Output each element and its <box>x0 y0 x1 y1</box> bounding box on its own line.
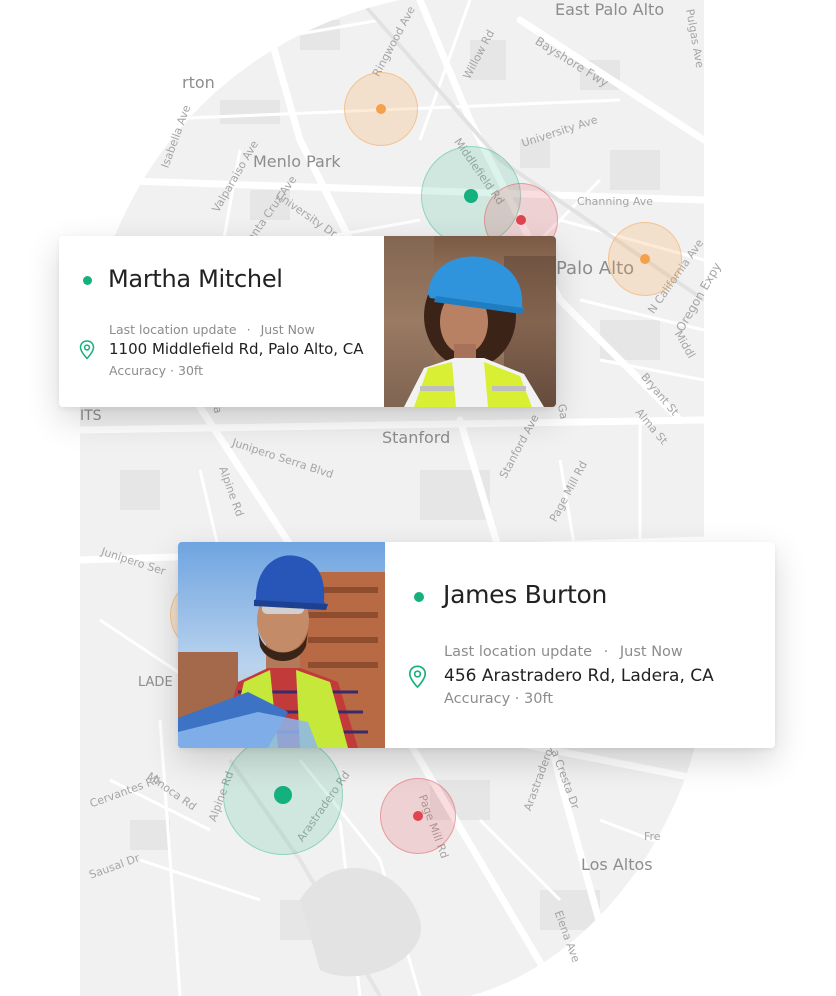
marker-dot <box>640 254 650 264</box>
map-view[interactable]: East Palo Alto rton Menlo Park Palo Alto… <box>0 0 836 996</box>
worker-card-james[interactable]: James Burton Last location update · Just… <box>178 542 775 748</box>
street-label: Ga <box>554 402 571 421</box>
last-update-row: Last location update · Just Now <box>444 644 683 660</box>
last-update-row: Last location update · Just Now <box>109 322 315 337</box>
marker-dot <box>464 189 478 203</box>
worker-address: 456 Arastradero Rd, Ladera, CA <box>444 666 714 686</box>
last-update-label: Last location update <box>444 644 593 660</box>
separator: · <box>246 322 251 337</box>
status-dot <box>83 276 92 285</box>
marker-dot <box>376 104 386 114</box>
accuracy-text: Accuracy · 30ft <box>109 363 203 378</box>
city-label-los-altos: Los Altos <box>581 855 653 874</box>
separator: · <box>603 644 609 660</box>
city-label-stanford: Stanford <box>382 428 451 447</box>
marker-dot <box>413 811 423 821</box>
worker-name: James Burton <box>443 580 608 609</box>
accuracy-text: Accuracy · 30ft <box>444 691 554 707</box>
worker-photo-james <box>178 542 385 748</box>
marker-dot <box>516 215 526 225</box>
city-label-ladera: LADE <box>138 675 173 690</box>
last-update-value: Just Now <box>260 322 315 337</box>
map-marker-red[interactable] <box>380 778 456 854</box>
map-marker-orange[interactable] <box>608 222 682 296</box>
location-pin-icon <box>79 340 95 360</box>
status-dot <box>414 592 424 602</box>
location-pin-icon <box>408 665 427 689</box>
city-label-east-palo-alto: East Palo Alto <box>555 0 665 19</box>
worker-address: 1100 Middlefield Rd, Palo Alto, CA <box>109 340 364 358</box>
map-marker-green-james[interactable] <box>223 735 343 855</box>
city-label-partial-its: ITS <box>80 408 102 424</box>
worker-photo-martha <box>384 236 556 407</box>
map-marker-orange[interactable] <box>344 72 418 146</box>
last-update-label: Last location update <box>109 322 237 337</box>
street-label: Fre <box>644 830 661 843</box>
marker-dot <box>274 786 292 804</box>
worker-name: Martha Mitchel <box>108 265 283 293</box>
city-label-atherton: rton <box>182 73 215 92</box>
street-label: Channing Ave <box>577 195 654 208</box>
worker-card-martha[interactable]: Martha Mitchel Last location update · Ju… <box>59 236 556 407</box>
city-label-menlo-park: Menlo Park <box>253 152 341 171</box>
last-update-value: Just Now <box>619 644 683 660</box>
